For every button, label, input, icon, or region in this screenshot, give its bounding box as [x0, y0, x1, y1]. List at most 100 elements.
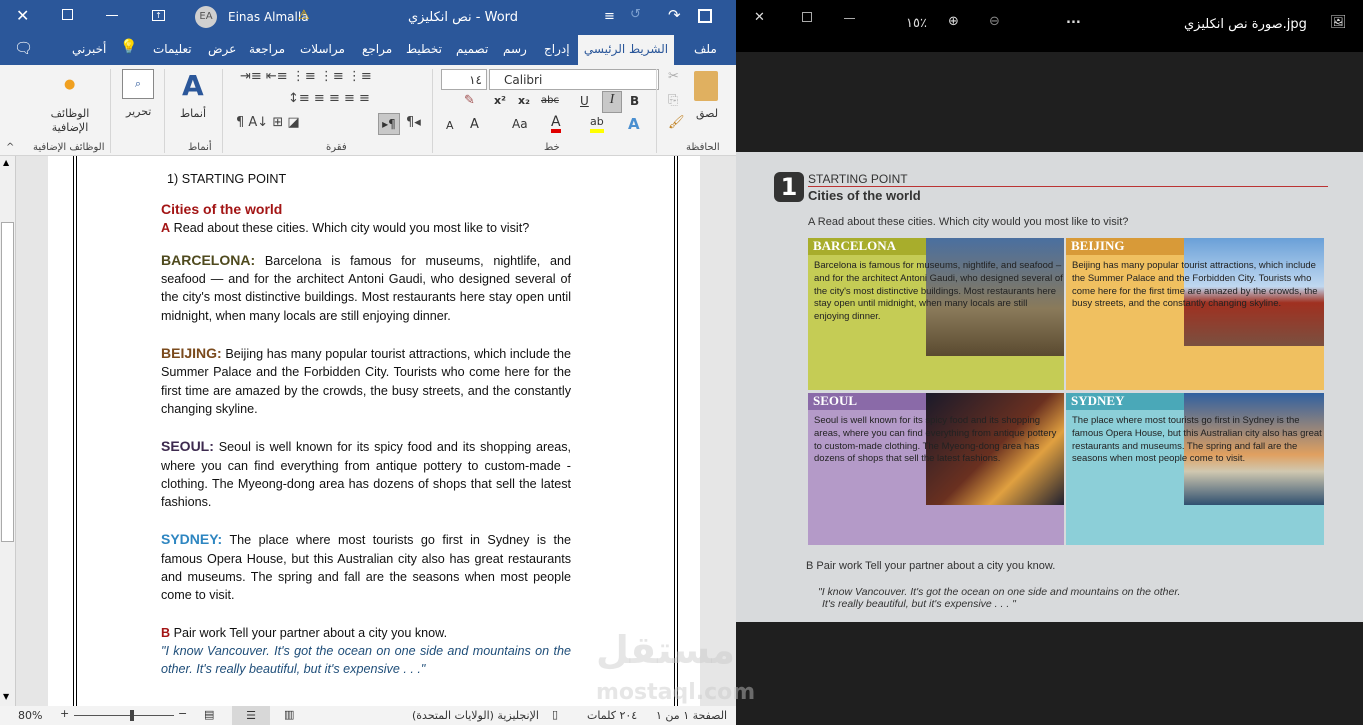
box-text: Barcelona is famous for museums, nightli… — [814, 260, 1063, 323]
book-instruction: A Read about these cities. Which city wo… — [808, 216, 1129, 228]
subscript-button[interactable]: x₂ — [518, 94, 530, 107]
tab-help[interactable]: تعليمات — [153, 42, 192, 56]
tab-draw[interactable]: رسم — [503, 42, 527, 56]
tab-review[interactable]: مراجعة — [249, 42, 285, 56]
scroll-thumb[interactable] — [1, 222, 14, 542]
change-case-button[interactable]: Aa — [512, 117, 528, 131]
word-count[interactable]: ٢٠٤ كلمات — [587, 709, 637, 722]
addins-button[interactable]: الوظائف الإضافية — [45, 107, 95, 135]
box-text: Beijing has many popular tourist attract… — [1072, 260, 1318, 310]
paragraph-row3-icons[interactable]: ¶ A↓ ⊞ ◪ — [236, 115, 300, 130]
document-area: 1) STARTING POINT Cities of the world A … — [0, 156, 736, 706]
zoom-slider-thumb[interactable] — [130, 710, 134, 721]
save-icon[interactable] — [698, 9, 712, 23]
tab-tell-me[interactable]: أخبرني — [72, 42, 106, 56]
textbook-photo: 1 STARTING POINT Cities of the world A R… — [736, 152, 1363, 622]
collapse-ribbon-icon[interactable]: ^ — [6, 142, 14, 153]
quote: "I know Vancouver. It's got the ocean on… — [161, 643, 571, 677]
alignment-icons[interactable]: ↕≡ ≡ ≡ ≡ ≡ — [288, 91, 370, 106]
paste-button[interactable]: لصق — [696, 107, 718, 120]
scroll-down-icon[interactable]: ▼ — [3, 692, 9, 701]
ltr-button[interactable]: ▸¶ — [378, 113, 400, 135]
close-icon[interactable]: ✕ — [754, 10, 765, 25]
minimize-icon[interactable] — [106, 15, 118, 16]
bold-button[interactable]: B — [630, 94, 639, 108]
lightbulb-icon: 💡 — [120, 39, 138, 55]
more-options-icon[interactable]: ... — [1066, 12, 1081, 27]
undo-icon[interactable]: ↺ — [630, 7, 641, 22]
zoom-in-icon[interactable]: + — [60, 707, 69, 720]
box-heading: BEIJING — [1066, 238, 1184, 255]
tab-design[interactable]: تصميم — [456, 42, 488, 56]
grow-font-button[interactable]: A — [470, 117, 479, 132]
customize-toolbar-icon[interactable]: ≡ — [604, 9, 615, 24]
zoom-slider[interactable] — [74, 715, 174, 716]
styles-icon: A — [182, 69, 204, 102]
tab-mailings[interactable]: مراسلات — [300, 42, 345, 56]
box-heading: SEOUL — [808, 393, 926, 410]
viewer-toolbar: ✕ ١٥٪ ⊕ ⊖ ... صورة نص انكليزي.jpg 🖼 — [736, 0, 1363, 52]
minimize-icon[interactable] — [844, 18, 855, 19]
highlight-icon[interactable]: ab — [590, 115, 604, 133]
word-window: ✕ ↑ EA Einas Almalla ⚠ نص انكليزي - Word… — [0, 0, 736, 725]
page-number[interactable]: الصفحة ١ من ١ — [656, 709, 727, 722]
city-name: SYDNEY: — [161, 531, 223, 548]
tab-references[interactable]: مراجع — [362, 42, 392, 56]
user-name[interactable]: Einas Almalla — [228, 10, 309, 24]
styles-button[interactable]: أنماط — [180, 107, 206, 120]
superscript-button[interactable]: x² — [494, 94, 506, 107]
rtl-icon[interactable]: ¶◂ — [406, 115, 421, 130]
underline-button[interactable]: U — [580, 94, 589, 108]
barcelona-box: BARCELONA Barcelona is famous for museum… — [808, 238, 1064, 390]
maximize-icon[interactable] — [62, 9, 73, 20]
format-painter-icon[interactable]: 🖌 — [668, 115, 685, 130]
maximize-icon[interactable] — [802, 12, 812, 22]
zoom-in-icon[interactable]: ⊕ — [948, 14, 959, 29]
tab-view[interactable]: عرض — [208, 42, 236, 56]
city-name: SEOUL: — [161, 438, 214, 455]
book-quote-line1: "I know Vancouver. It's got the ocean on… — [818, 586, 1181, 598]
box-heading: SYDNEY — [1066, 393, 1184, 410]
tab-layout[interactable]: تخطيط — [406, 42, 442, 56]
clear-formatting-icon[interactable]: ✎ — [464, 93, 475, 108]
italic-button[interactable]: I — [602, 91, 622, 113]
title-bar: ✕ ↑ EA Einas Almalla ⚠ نص انكليزي - Word… — [0, 0, 736, 33]
print-layout-icon[interactable]: ☰ — [232, 706, 270, 725]
font-size-select[interactable]: ١٤ — [441, 69, 487, 90]
font-name-select[interactable]: Calibri — [489, 69, 659, 90]
comments-icon[interactable]: 🗨 — [14, 39, 33, 57]
zoom-level[interactable]: 80% — [18, 709, 42, 722]
section-heading: 1) STARTING POINT — [167, 172, 287, 186]
vertical-scrollbar[interactable]: ▲ ▼ — [0, 156, 16, 706]
instruction: A Read about these cities. Which city wo… — [161, 219, 571, 237]
ribbon-display-icon[interactable]: ↑ — [152, 10, 165, 21]
city-text: Seoul is well known for its spicy food a… — [161, 440, 571, 510]
cut-icon[interactable]: ✂ — [668, 69, 679, 84]
strikethrough-button[interactable]: abc — [541, 95, 559, 106]
paragraph-row1-icons[interactable]: ⇥≡ ⇤≡ ⋮≡ ⋮≡ ⋮≡ — [240, 69, 372, 84]
scroll-up-icon[interactable]: ▲ — [3, 158, 9, 167]
avatar[interactable]: EA — [195, 6, 217, 28]
find-icon[interactable]: ⌕ — [122, 69, 154, 99]
paste-icon[interactable] — [694, 71, 718, 101]
tab-file[interactable]: ملف — [694, 42, 717, 56]
read-mode-icon[interactable]: ▥ — [284, 708, 294, 721]
shrink-font-button[interactable]: A — [446, 119, 454, 132]
text-effects-icon[interactable]: A — [628, 115, 640, 133]
copy-icon[interactable]: ⎘ — [668, 93, 678, 108]
image-icon[interactable]: 🖼 — [1330, 15, 1347, 30]
font-color-icon[interactable]: A — [551, 115, 561, 133]
tab-insert[interactable]: إدراج — [544, 42, 570, 56]
tab-home[interactable]: الشريط الرئيسي — [578, 35, 674, 65]
language-status[interactable]: الإنجليزية (الولايات المتحدة) — [412, 709, 539, 722]
document-content[interactable]: 1) STARTING POINT Cities of the world A … — [161, 170, 571, 679]
editing-button[interactable]: تحرير — [126, 105, 151, 118]
book-pair-work: B Pair work Tell your partner about a ci… — [806, 560, 1056, 572]
close-icon[interactable]: ✕ — [16, 6, 29, 25]
zoom-out-icon[interactable]: − — [178, 707, 187, 720]
proofing-icon[interactable]: ▯ — [552, 708, 558, 721]
redo-icon[interactable]: ↷ — [668, 6, 681, 24]
zoom-out-icon[interactable]: ⊖ — [989, 14, 1000, 29]
warning-icon[interactable]: ⚠ — [298, 8, 310, 23]
web-layout-icon[interactable]: ▤ — [204, 708, 214, 721]
